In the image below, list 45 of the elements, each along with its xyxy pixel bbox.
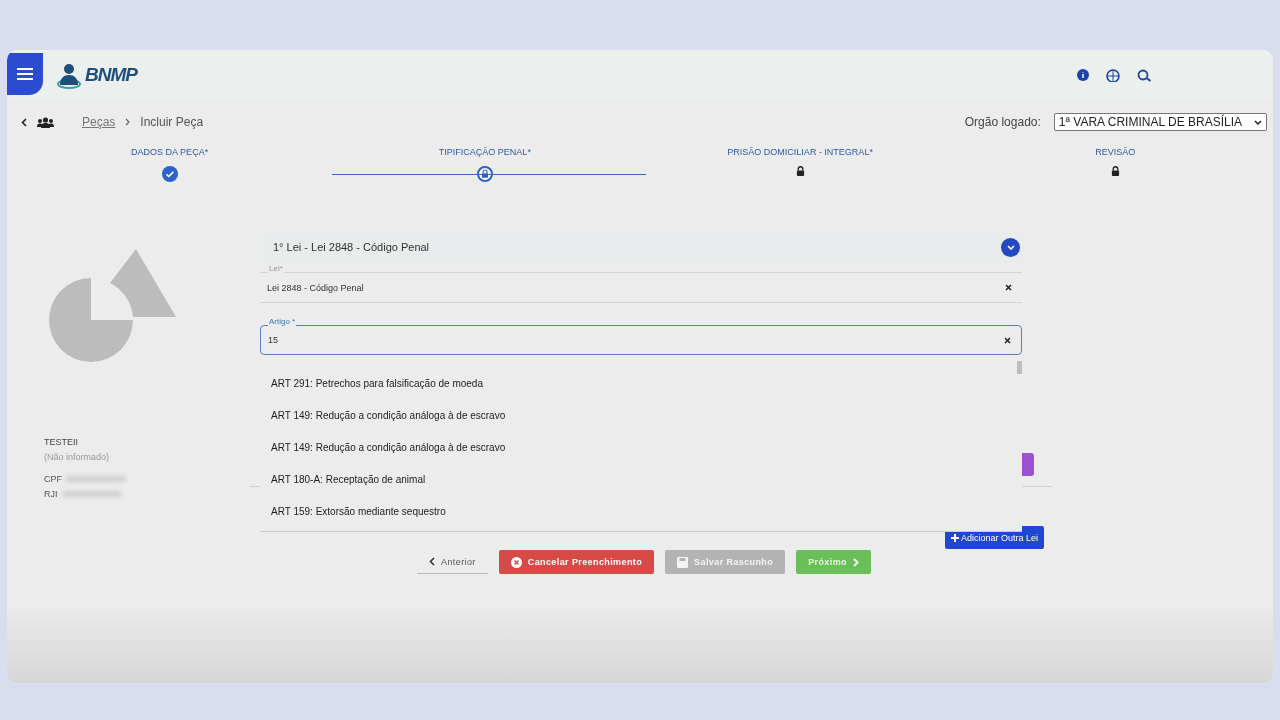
- clear-icon[interactable]: [1004, 336, 1011, 344]
- field-label: Lei*: [268, 264, 284, 273]
- logo-text: BNMP: [85, 64, 137, 86]
- floppy-icon: [677, 556, 689, 568]
- people-icon: [37, 116, 54, 128]
- clear-icon[interactable]: [1005, 284, 1012, 291]
- step-label[interactable]: REVISÃO: [1095, 147, 1136, 157]
- plus-icon: [950, 533, 959, 542]
- globe-icon[interactable]: [1105, 68, 1121, 82]
- panel-title: 1° Lei - Lei 2848 - Código Penal: [273, 241, 430, 253]
- back-button[interactable]: Anterior: [417, 550, 488, 574]
- chevron-right-icon: [125, 118, 131, 126]
- org-select[interactable]: 1ª VARA CRIMINAL DE BRASÍLIA: [1053, 113, 1267, 131]
- danger-button[interactable]: Cancelar Preenchimento: [498, 550, 655, 574]
- step-label[interactable]: DADOS DA PEÇA*: [131, 147, 209, 157]
- dropdown-option[interactable]: ART 149: Redução a condição análoga à de escravo: [260, 399, 1022, 431]
- field-label: Artigo *: [268, 317, 297, 326]
- scrollbar-thumb[interactable]: [1017, 361, 1022, 374]
- info-icon[interactable]: [1077, 69, 1089, 81]
- back-icon[interactable]: [21, 117, 27, 127]
- caret-icon: [1254, 119, 1262, 125]
- dropdown-option[interactable]: ART 180-A: Receptação de animal: [260, 463, 1022, 495]
- id-label: CPF: [44, 474, 62, 484]
- org-label: Orgão logado:: [964, 115, 1041, 129]
- menu-button[interactable]: [7, 53, 43, 95]
- person-note: (Não informado): [44, 452, 111, 462]
- chevron-left-icon: [429, 557, 436, 566]
- step-label[interactable]: PRISÃO DOMICILIAR - INTEGRAL*: [727, 147, 873, 157]
- menu-icon: [17, 68, 33, 80]
- person-name: TESTEII: [44, 437, 79, 447]
- lei-field[interactable]: Lei 2848 - Código Penal: [260, 272, 1022, 303]
- chevron-right-icon: [852, 557, 859, 567]
- dropdown-option[interactable]: ART 291: Petrechos para falsificação de moeda: [260, 367, 1022, 399]
- dropdown-option[interactable]: ART 159: Extorsão mediante sequestro: [260, 495, 1022, 527]
- close-circle-icon: [510, 556, 522, 568]
- search-icon[interactable]: [1137, 68, 1153, 82]
- step-label[interactable]: TIPIFICAÇÃO PENAL*: [438, 147, 531, 157]
- user-logo-icon: [57, 61, 83, 89]
- id-label: RJI: [44, 489, 58, 499]
- breadcrumb-current: Incluir Peça: [140, 115, 204, 129]
- chevron-down-icon[interactable]: [1001, 237, 1020, 257]
- artigo-field[interactable]: 15: [260, 325, 1022, 355]
- dropdown-option[interactable]: ART 149: Redução a condição análoga à de escravo: [260, 431, 1022, 463]
- lei-panel-header[interactable]: 1° Lei - Lei 2848 - Código Penal: [260, 232, 1022, 262]
- breadcrumb-link[interactable]: Peças: [82, 115, 116, 129]
